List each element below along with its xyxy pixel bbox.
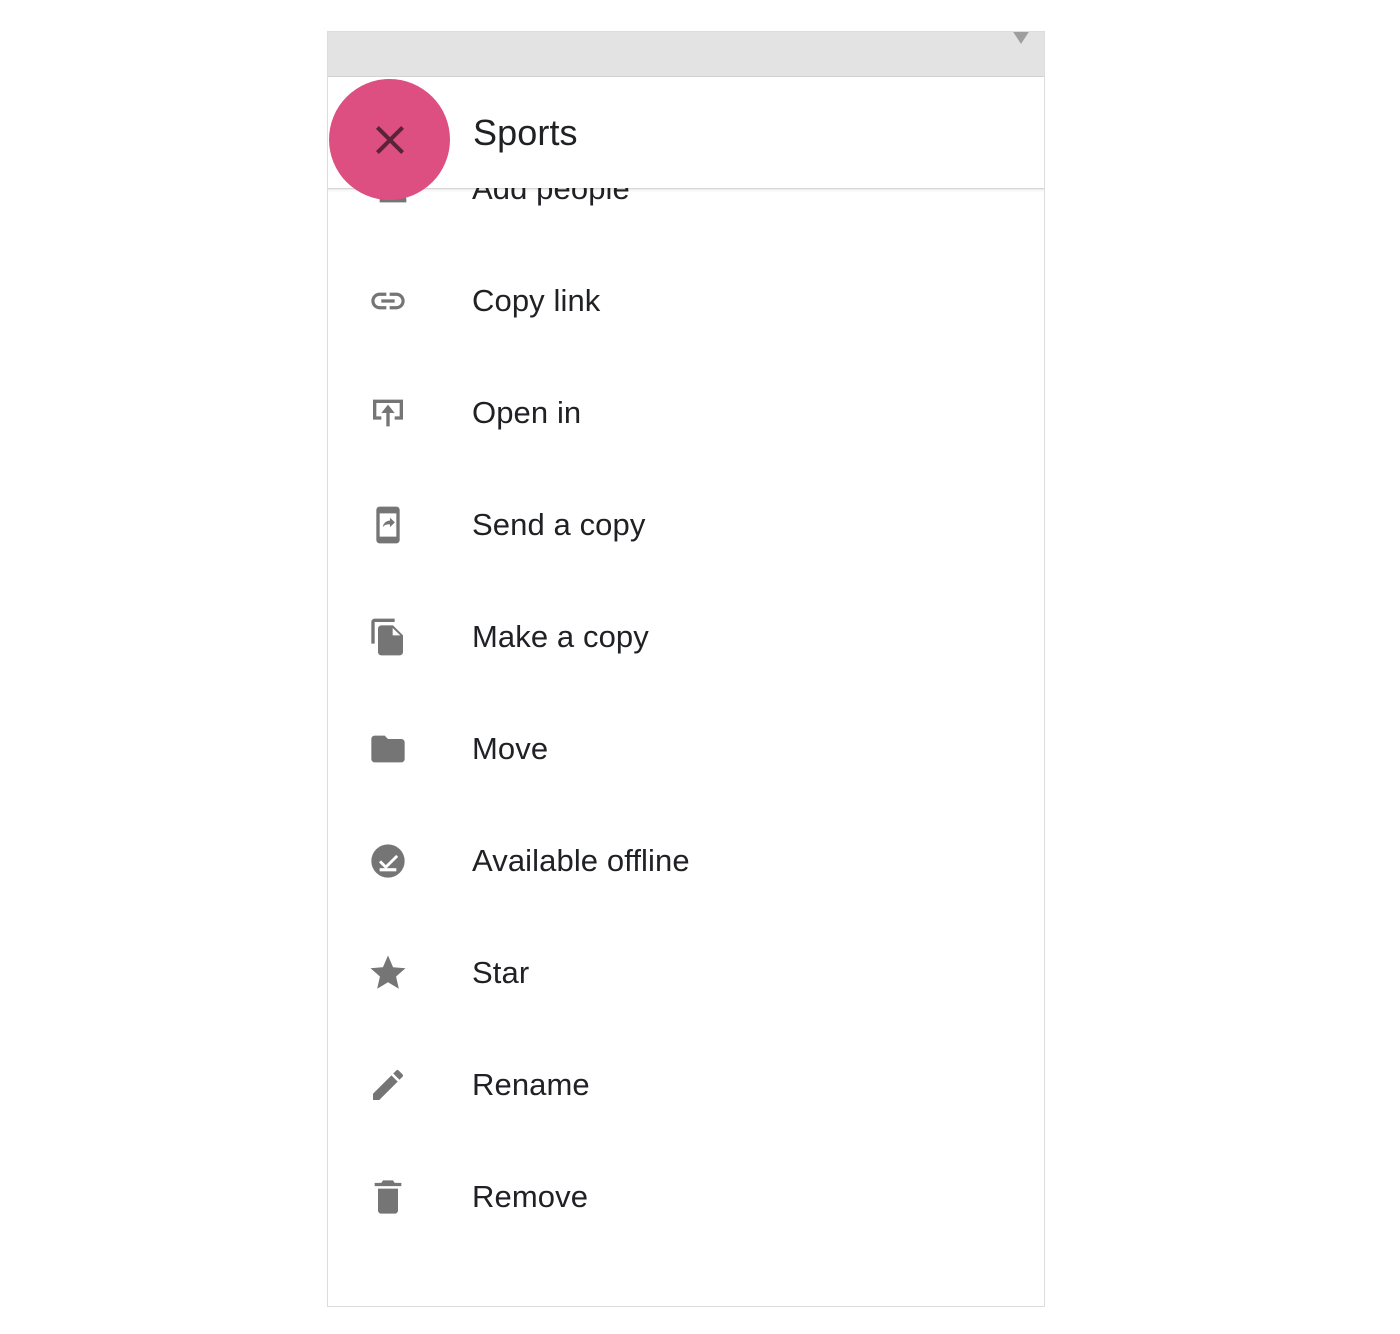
- menu-item-label: Copy link: [472, 283, 601, 318]
- close-x-icon: [375, 125, 404, 154]
- content-copy-icon: [359, 617, 417, 657]
- dropdown-button[interactable]: [1010, 32, 1032, 64]
- menu-item-rename[interactable]: Rename: [328, 1029, 1044, 1141]
- close-button[interactable]: [329, 79, 450, 200]
- window-titlebar: [328, 32, 1044, 77]
- menu-item-label: Remove: [472, 1179, 589, 1214]
- star-icon: [359, 952, 417, 994]
- screenshot-root: Add people Copy link Open in: [0, 0, 1400, 1334]
- menu-item-label: Make a copy: [472, 619, 649, 654]
- file-action-menu: Add people Copy link Open in: [328, 77, 1044, 1306]
- menu-item-label: Star: [472, 955, 530, 990]
- menu-item-open-in[interactable]: Open in: [328, 357, 1044, 469]
- page-title: Sports: [473, 111, 578, 153]
- stop-square-button[interactable]: [934, 44, 954, 64]
- offline-pin-icon: [359, 841, 417, 881]
- menu-item-available-offline[interactable]: Available offline: [328, 805, 1044, 917]
- menu-item-label: Move: [472, 731, 549, 766]
- menu-item-copy-link[interactable]: Copy link: [328, 245, 1044, 357]
- menu-item-make-a-copy[interactable]: Make a copy: [328, 581, 1044, 693]
- device-emulator-window: Add people Copy link Open in: [327, 31, 1045, 1307]
- pencil-icon: [359, 1065, 417, 1105]
- menu-item-remove[interactable]: Remove: [328, 1141, 1044, 1253]
- record-circle-button[interactable]: [972, 44, 992, 64]
- app-bar-shadow: [328, 188, 1044, 193]
- link-icon: [359, 281, 417, 321]
- menu-item-label: Open in: [472, 395, 582, 430]
- trash-icon: [359, 1177, 417, 1217]
- triangle-down-icon: [1010, 32, 1032, 61]
- window-controls: [934, 32, 1032, 64]
- launch-icon: [359, 393, 417, 433]
- menu-item-label: Send a copy: [472, 507, 646, 542]
- menu-item-label: Available offline: [472, 843, 690, 878]
- menu-item-send-a-copy[interactable]: Send a copy: [328, 469, 1044, 581]
- folder-icon: [359, 729, 417, 769]
- menu-item-label: Rename: [472, 1067, 590, 1102]
- menu-item-move[interactable]: Move: [328, 693, 1044, 805]
- menu-item-star[interactable]: Star: [328, 917, 1044, 1029]
- phone-share-icon: [359, 505, 417, 545]
